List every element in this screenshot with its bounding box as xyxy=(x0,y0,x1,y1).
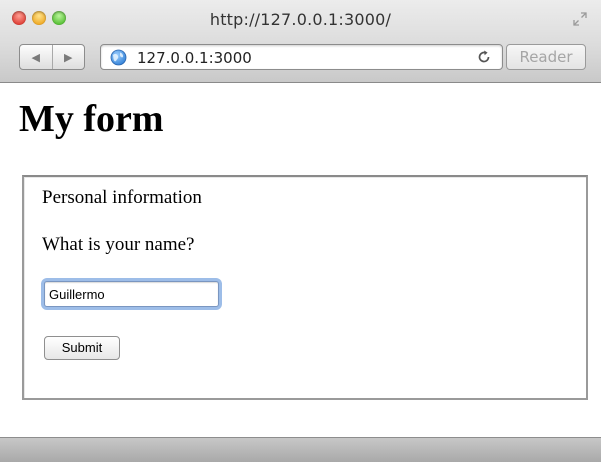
forward-arrow-icon: ▶ xyxy=(64,51,73,64)
browser-toolbar: http://127.0.0.1:3000/ ◀ ▶ 127.0.0.1:300… xyxy=(0,0,601,83)
personal-info-fieldset: Personal information What is your name? … xyxy=(22,175,588,400)
address-text: 127.0.0.1:3000 xyxy=(137,49,252,67)
page-content: My form Personal information What is you… xyxy=(0,84,601,437)
window-title: http://127.0.0.1:3000/ xyxy=(209,10,392,29)
submit-button[interactable]: Submit xyxy=(44,336,120,360)
reader-button[interactable]: Reader xyxy=(506,44,586,70)
back-arrow-icon: ◀ xyxy=(31,51,40,64)
name-question-label: What is your name? xyxy=(42,234,195,255)
page-title: My form xyxy=(19,98,164,140)
name-input[interactable] xyxy=(44,281,219,307)
globe-icon xyxy=(110,49,127,66)
reload-icon[interactable] xyxy=(476,49,492,65)
fieldset-legend: Personal information xyxy=(42,187,202,208)
back-button[interactable]: ◀ xyxy=(20,45,53,69)
status-bar xyxy=(0,437,601,462)
browser-window: http://127.0.0.1:3000/ ◀ ▶ 127.0.0.1:300… xyxy=(0,0,601,462)
fullscreen-icon[interactable] xyxy=(573,12,587,26)
address-bar[interactable]: 127.0.0.1:3000 xyxy=(100,44,503,70)
navigation-buttons: ◀ ▶ xyxy=(19,44,85,70)
forward-button[interactable]: ▶ xyxy=(53,45,85,69)
